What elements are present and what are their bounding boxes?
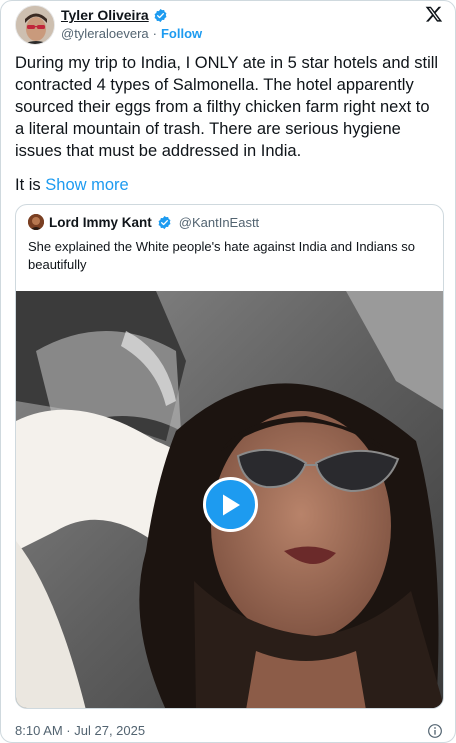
separator-dot: · <box>152 26 157 41</box>
tweet-timestamp[interactable]: 8:10 AM · Jul 27, 2025 <box>15 723 145 738</box>
author-handle[interactable]: @tyleraloevera <box>61 26 149 41</box>
tweet-footer: 8:10 AM · Jul 27, 2025 <box>15 721 443 741</box>
quoted-tweet-body: She explained the White people's hate ag… <box>28 239 415 272</box>
quoted-tweet-header: Lord Immy Kant @KantInEastt <box>28 214 259 230</box>
follow-button[interactable]: Follow <box>161 26 202 41</box>
author-avatar[interactable] <box>15 5 55 45</box>
tweet-truncated-line: It is Show more <box>15 174 129 196</box>
quoted-author-avatar[interactable] <box>28 214 44 230</box>
show-more-link[interactable]: Show more <box>45 176 128 194</box>
author-subline: @tyleraloevera · Follow <box>61 26 202 41</box>
tweet-header: Tyler Oliveira @tyleraloevera · Follow <box>15 3 443 47</box>
author-name-row: Tyler Oliveira <box>61 7 168 23</box>
quoted-author-handle[interactable]: @KantInEastt <box>179 215 259 230</box>
video-thumbnail[interactable] <box>16 291 443 708</box>
author-name[interactable]: Tyler Oliveira <box>61 7 149 23</box>
verified-badge-icon <box>154 8 167 22</box>
x-logo-icon[interactable] <box>425 5 443 23</box>
info-icon[interactable] <box>427 723 443 739</box>
tweet-card: Tyler Oliveira @tyleraloevera · Follow D… <box>0 0 456 743</box>
tweet-body: During my trip to India, I ONLY ate in 5… <box>15 54 439 160</box>
quoted-tweet[interactable]: Lord Immy Kant @KantInEastt She explaine… <box>15 204 444 709</box>
quoted-author-name[interactable]: Lord Immy Kant <box>49 215 152 230</box>
play-button[interactable] <box>203 477 258 532</box>
verified-badge-icon <box>158 215 171 229</box>
play-icon <box>222 494 240 515</box>
tweet-truncated-text: It is <box>15 176 41 194</box>
